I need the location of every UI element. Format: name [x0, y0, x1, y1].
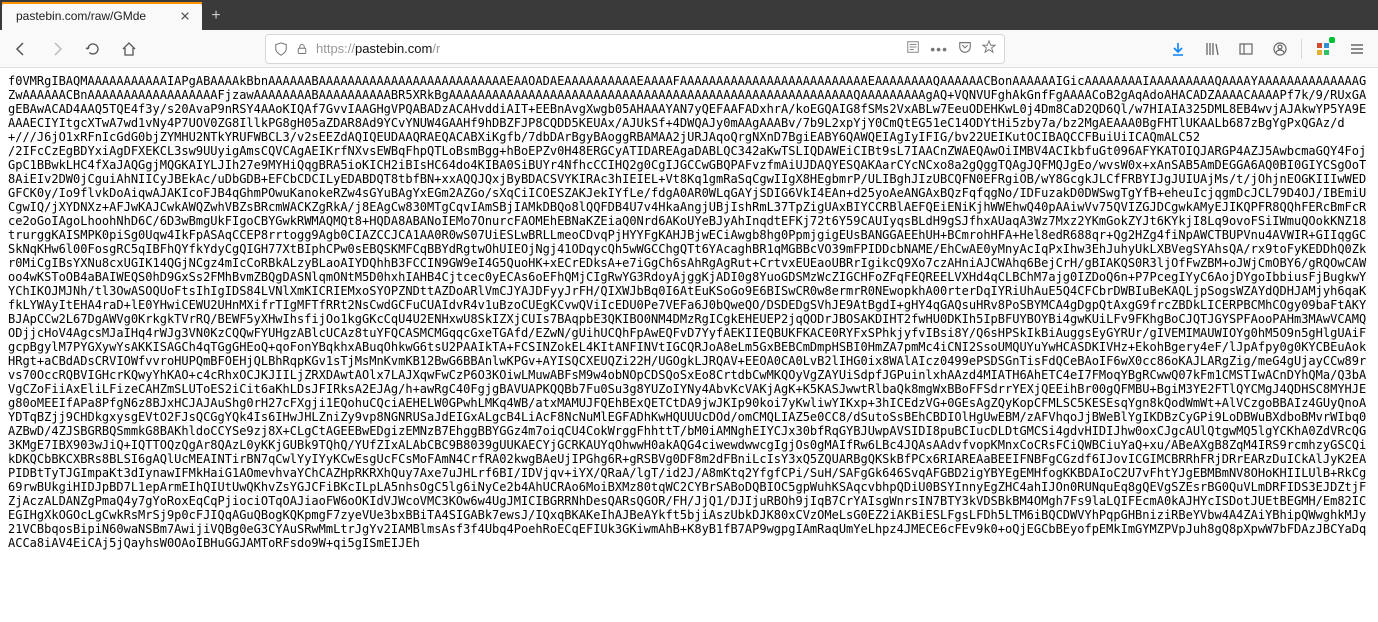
close-icon[interactable]	[178, 9, 192, 23]
reload-button[interactable]	[78, 34, 108, 64]
pocket-icon[interactable]	[958, 40, 972, 57]
extension-button[interactable]	[1308, 34, 1338, 64]
browser-tab[interactable]: pastebin.com/raw/GMde	[2, 2, 202, 30]
url-text: https://pastebin.com/r	[316, 41, 898, 56]
page-content: f0VMRgIBAQMAAAAAAAAAAAIAPgABAAAAkBbnAAAA…	[0, 68, 1378, 622]
sidebar-button[interactable]	[1231, 34, 1261, 64]
back-button[interactable]	[6, 34, 36, 64]
new-tab-button[interactable]: +	[202, 2, 230, 30]
url-bar[interactable]: https://pastebin.com/r •••	[265, 34, 1005, 64]
tracking-protection-icon[interactable]	[274, 42, 288, 56]
tab-title: pastebin.com/raw/GMde	[16, 9, 172, 23]
bookmark-icon[interactable]	[982, 40, 996, 57]
library-button[interactable]	[1197, 34, 1227, 64]
home-button[interactable]	[114, 34, 144, 64]
nav-bar: https://pastebin.com/r •••	[0, 30, 1378, 68]
reader-icon[interactable]	[906, 40, 920, 57]
lock-icon[interactable]	[296, 43, 308, 55]
tab-bar: pastebin.com/raw/GMde +	[0, 0, 1378, 30]
more-icon[interactable]: •••	[930, 41, 948, 57]
downloads-button[interactable]	[1163, 34, 1193, 64]
forward-button[interactable]	[42, 34, 72, 64]
menu-button[interactable]	[1342, 34, 1372, 64]
account-button[interactable]	[1265, 34, 1295, 64]
raw-text: f0VMRgIBAQMAAAAAAAAAAAIAPgABAAAAkBbnAAAA…	[0, 68, 1378, 556]
